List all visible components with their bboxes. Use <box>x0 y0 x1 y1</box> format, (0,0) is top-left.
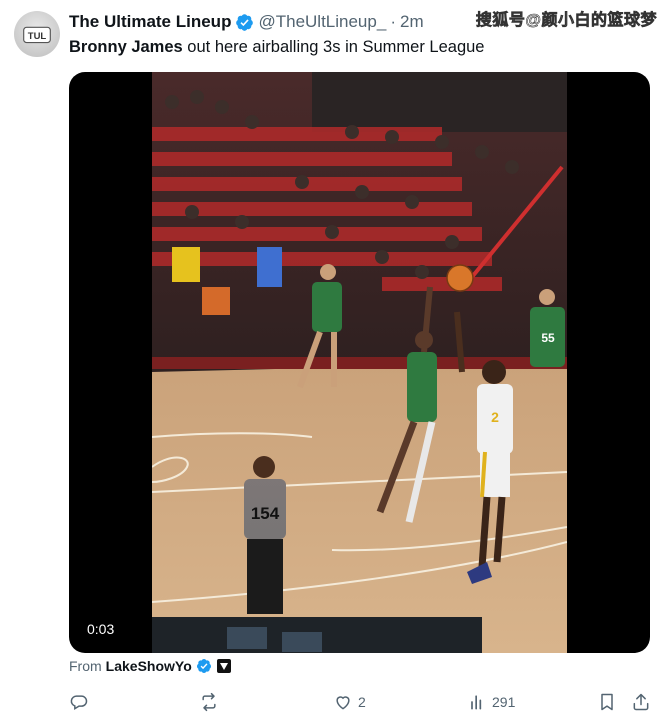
heart-icon <box>336 696 350 710</box>
referee: 154 <box>244 456 286 614</box>
video-timestamp: 0:03 <box>81 619 121 639</box>
retweet-icon <box>202 692 216 712</box>
bookmark-icon <box>601 693 613 711</box>
action-bar: 2 291 <box>69 688 650 716</box>
views-bar-chart-icon <box>471 695 482 710</box>
jersey-number-2: 2 <box>491 409 499 425</box>
like-button[interactable]: 2 <box>333 692 366 712</box>
bookmark-button[interactable] <box>597 692 617 712</box>
verified-badge-icon <box>235 13 254 32</box>
like-count: 2 <box>358 694 366 710</box>
retweet-button[interactable] <box>199 692 224 712</box>
reply-icon <box>70 695 88 710</box>
source-verified-icon <box>196 658 212 674</box>
attribution-prefix: From <box>69 658 102 674</box>
spectator-yellow-shirt <box>172 247 200 282</box>
views-count: 291 <box>492 694 516 710</box>
avatar[interactable]: TUL <box>14 11 60 57</box>
author-name[interactable]: The Ultimate Lineup <box>69 12 231 32</box>
video-player[interactable]: 154 55 2 0:03 <box>69 72 650 653</box>
avatar-logo-text: TUL <box>28 31 47 42</box>
tweet-text-mention: Bronny James <box>69 38 183 56</box>
attribution-account[interactable]: LakeShowYo <box>106 658 192 674</box>
basketball <box>446 264 474 292</box>
attribution: From LakeShowYo <box>69 658 232 674</box>
separator-dot: · <box>390 12 396 31</box>
author-handle[interactable]: @TheUltLineup_ <box>258 12 386 32</box>
referee-number: 154 <box>251 504 280 523</box>
video-frame[interactable]: 154 55 2 <box>152 72 567 653</box>
tweet-header: The Ultimate Lineup @TheUltLineup_ · 2m <box>69 12 424 32</box>
affiliate-badge-icon <box>216 658 232 674</box>
views-button[interactable]: 291 <box>467 692 515 712</box>
reply-button[interactable] <box>69 692 94 712</box>
post-time[interactable]: 2m <box>400 12 424 32</box>
share-icon <box>633 693 649 711</box>
spectator-blue-shirt <box>257 247 282 287</box>
tweet-text-body: out here airballing 3s in Summer League <box>182 38 485 56</box>
tweet-text: Bronny James out here airballing 3s in S… <box>69 38 484 57</box>
spectator-orange-shirt <box>202 287 230 315</box>
avatar-logo: TUL <box>23 26 51 44</box>
watermark: 搜狐号@颜小白的篮球梦 <box>475 12 657 30</box>
jersey-number-55: 55 <box>541 331 555 345</box>
basketball-scene: 154 55 2 <box>152 72 567 653</box>
share-button[interactable] <box>631 692 651 712</box>
